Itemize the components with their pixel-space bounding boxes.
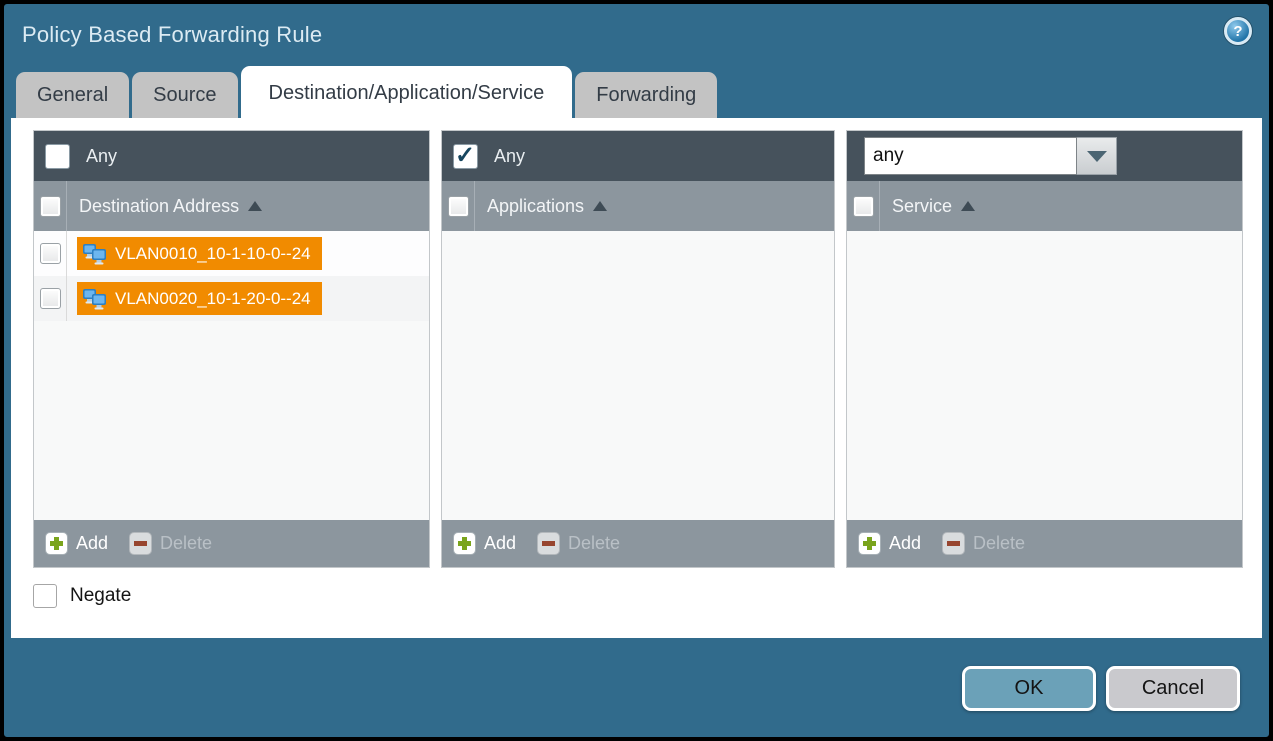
service-combo-input[interactable] bbox=[864, 137, 1077, 175]
tab-general[interactable]: General bbox=[16, 72, 129, 118]
applications-delete-button[interactable]: Delete bbox=[537, 532, 620, 555]
applications-list bbox=[442, 231, 834, 520]
dialog-title: Policy Based Forwarding Rule bbox=[22, 22, 322, 48]
row-checkbox-cell bbox=[34, 276, 67, 321]
sort-ascending-icon bbox=[961, 201, 975, 211]
destination-select-all-cell bbox=[34, 181, 67, 231]
destination-address-table: Any Destination Address bbox=[33, 130, 430, 568]
applications-any-bar: Any bbox=[442, 131, 834, 181]
destination-delete-button[interactable]: Delete bbox=[129, 532, 212, 555]
service-column-header[interactable]: Service bbox=[847, 181, 1242, 231]
row-checkbox[interactable] bbox=[40, 243, 61, 264]
address-item-vlan0020[interactable]: VLAN0020_10-1-20-0--24 bbox=[77, 282, 322, 315]
network-address-icon bbox=[82, 288, 108, 310]
address-item-label: VLAN0020_10-1-20-0--24 bbox=[115, 289, 311, 309]
destination-any-label: Any bbox=[86, 146, 117, 167]
tab-forwarding[interactable]: Forwarding bbox=[575, 72, 717, 118]
address-item-vlan0010[interactable]: VLAN0010_10-1-10-0--24 bbox=[77, 237, 322, 270]
applications-select-all-checkbox[interactable] bbox=[448, 196, 469, 217]
applications-table: Any Applications Add bbox=[441, 130, 835, 568]
sort-ascending-icon bbox=[248, 201, 262, 211]
add-plus-icon bbox=[858, 532, 881, 555]
service-delete-button[interactable]: Delete bbox=[942, 532, 1025, 555]
tab-source[interactable]: Source bbox=[132, 72, 237, 118]
destination-any-checkbox[interactable] bbox=[46, 145, 69, 168]
delete-minus-icon bbox=[129, 532, 152, 555]
chevron-down-icon bbox=[1087, 151, 1107, 162]
service-add-button[interactable]: Add bbox=[858, 532, 921, 555]
destination-address-list: VLAN0010_10-1-10-0--24 bbox=[34, 231, 429, 520]
ok-button[interactable]: OK bbox=[962, 666, 1096, 711]
table-row: VLAN0010_10-1-10-0--24 bbox=[34, 231, 429, 276]
applications-table-footer: Add Delete bbox=[442, 520, 834, 567]
destination-select-all-checkbox[interactable] bbox=[40, 196, 61, 217]
row-checkbox[interactable] bbox=[40, 288, 61, 309]
service-select-all-checkbox[interactable] bbox=[853, 196, 874, 217]
service-table: Service Add Delete bbox=[846, 130, 1243, 568]
help-glyph: ? bbox=[1233, 23, 1242, 40]
service-combo-dropdown-button[interactable] bbox=[1077, 137, 1117, 175]
service-combo-bar bbox=[847, 131, 1242, 181]
negate-row: Negate bbox=[33, 584, 1243, 608]
negate-label: Negate bbox=[70, 585, 131, 607]
delete-minus-icon bbox=[942, 532, 965, 555]
applications-add-button[interactable]: Add bbox=[453, 532, 516, 555]
destination-add-button[interactable]: Add bbox=[45, 532, 108, 555]
delete-minus-icon bbox=[537, 532, 560, 555]
applications-any-label: Any bbox=[494, 146, 525, 167]
network-address-icon bbox=[82, 243, 108, 265]
tab-content-panel: Any Destination Address bbox=[11, 118, 1262, 638]
destination-table-footer: Add Delete bbox=[34, 520, 429, 567]
service-table-footer: Add Delete bbox=[847, 520, 1242, 567]
sort-ascending-icon bbox=[593, 201, 607, 211]
applications-select-all-cell bbox=[442, 181, 475, 231]
service-select-all-cell bbox=[847, 181, 880, 231]
tab-destination-application-service[interactable]: Destination/Application/Service bbox=[241, 66, 573, 118]
applications-header-label: Applications bbox=[487, 196, 584, 217]
address-item-label: VLAN0010_10-1-10-0--24 bbox=[115, 244, 311, 264]
applications-column-header[interactable]: Applications bbox=[442, 181, 834, 231]
destination-any-bar: Any bbox=[34, 131, 429, 181]
dialog-titlebar: Policy Based Forwarding Rule ? bbox=[4, 4, 1269, 66]
add-plus-icon bbox=[45, 532, 68, 555]
add-plus-icon bbox=[453, 532, 476, 555]
negate-checkbox[interactable] bbox=[33, 584, 57, 608]
service-list bbox=[847, 231, 1242, 520]
help-icon[interactable]: ? bbox=[1224, 17, 1252, 45]
destination-address-column-header[interactable]: Destination Address bbox=[34, 181, 429, 231]
row-checkbox-cell bbox=[34, 231, 67, 276]
applications-any-checkbox[interactable] bbox=[454, 145, 477, 168]
destination-header-label: Destination Address bbox=[79, 196, 239, 217]
table-row: VLAN0020_10-1-20-0--24 bbox=[34, 276, 429, 321]
cancel-button[interactable]: Cancel bbox=[1106, 666, 1240, 711]
tab-bar: General Source Destination/Application/S… bbox=[4, 66, 1269, 118]
service-combobox bbox=[864, 137, 1117, 175]
columns-container: Any Destination Address bbox=[33, 130, 1243, 568]
service-header-label: Service bbox=[892, 196, 952, 217]
policy-forwarding-dialog: Policy Based Forwarding Rule ? General S… bbox=[0, 0, 1273, 741]
dialog-button-bar: OK Cancel bbox=[962, 666, 1240, 711]
